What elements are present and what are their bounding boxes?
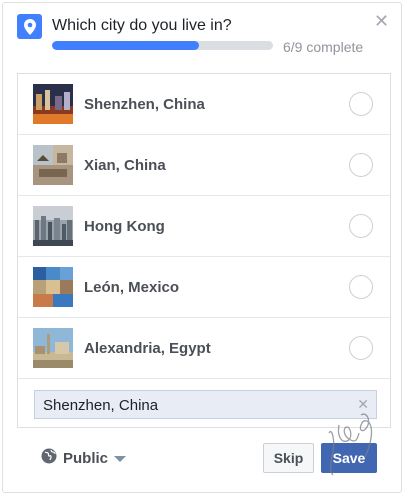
option-hong-kong[interactable]: Hong Kong xyxy=(18,196,390,257)
signature-watermark xyxy=(328,413,373,476)
privacy-selector[interactable]: Public xyxy=(41,448,127,469)
card-header: Which city do you live in? ✕ 6/9 complet… xyxy=(3,3,401,73)
city-thumbnail xyxy=(33,267,73,307)
option-leon[interactable]: León, Mexico xyxy=(18,257,390,318)
selected-city-text: Shenzhen, China xyxy=(43,397,159,414)
option-radio[interactable] xyxy=(349,153,373,177)
option-radio[interactable] xyxy=(349,92,373,116)
city-thumbnail xyxy=(33,328,73,368)
option-shenzhen[interactable]: Shenzhen, China xyxy=(18,74,390,135)
city-thumbnail xyxy=(33,145,73,185)
privacy-label: Public xyxy=(63,450,109,467)
progress-bar-fill xyxy=(52,41,200,50)
option-radio[interactable] xyxy=(349,214,373,238)
option-label: Xian, China xyxy=(84,157,166,174)
question-title: Which city do you live in? xyxy=(52,17,232,34)
option-alexandria[interactable]: Alexandria, Egypt xyxy=(18,318,390,379)
option-radio[interactable] xyxy=(349,336,373,360)
option-label: Shenzhen, China xyxy=(84,96,205,113)
option-xian[interactable]: Xian, China xyxy=(18,135,390,196)
progress-text: 6/9 complete xyxy=(283,39,364,55)
progress-bar xyxy=(52,41,273,50)
city-thumbnail xyxy=(33,206,73,246)
city-question-card: Which city do you live in? ✕ 6/9 complet… xyxy=(2,2,402,493)
chevron-down-icon xyxy=(114,450,127,468)
close-icon[interactable]: ✕ xyxy=(374,11,389,31)
options-panel: Shenzhen, China Xian, China Hong Kong Le… xyxy=(17,73,391,428)
city-thumbnail xyxy=(33,84,73,124)
globe-icon xyxy=(41,448,57,469)
option-radio[interactable] xyxy=(349,275,373,299)
location-pin-icon xyxy=(17,14,42,39)
skip-button[interactable]: Skip xyxy=(263,443,314,473)
option-label: León, Mexico xyxy=(84,279,180,296)
option-label: Alexandria, Egypt xyxy=(84,340,211,357)
option-label: Hong Kong xyxy=(84,218,165,235)
